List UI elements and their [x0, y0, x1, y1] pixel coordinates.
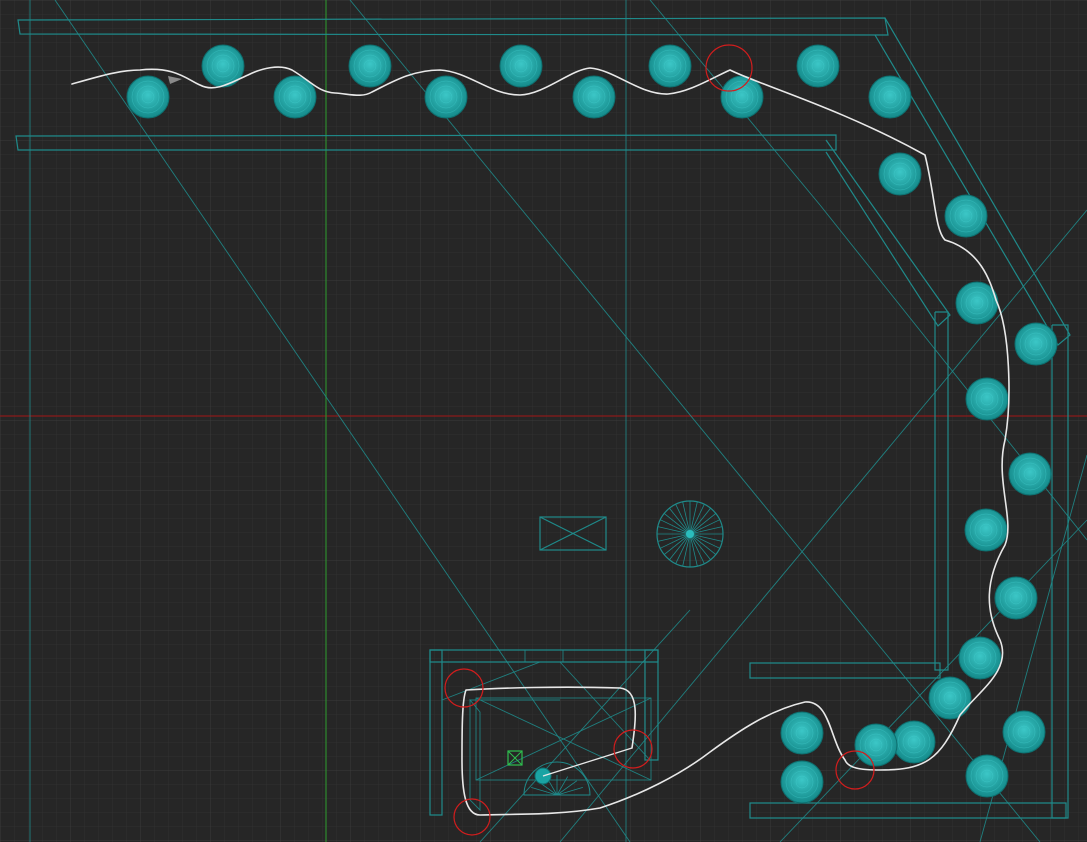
- tree-icon[interactable]: [1002, 710, 1046, 754]
- tree-icon[interactable]: [1008, 452, 1052, 496]
- tree-icon[interactable]: [720, 75, 764, 119]
- light-icon[interactable]: [656, 500, 724, 568]
- viewport-canvas[interactable]: [0, 0, 1087, 842]
- tree-icon[interactable]: [965, 754, 1009, 798]
- tree-icon[interactable]: [348, 44, 392, 88]
- 3d-viewport[interactable]: [0, 0, 1087, 842]
- tree-icon[interactable]: [928, 676, 972, 720]
- tree-icon[interactable]: [965, 377, 1009, 421]
- tree-icon[interactable]: [964, 508, 1008, 552]
- tree-icon[interactable]: [958, 636, 1002, 680]
- tree-icon[interactable]: [868, 75, 912, 119]
- tree-icon[interactable]: [424, 75, 468, 119]
- tree-icon[interactable]: [648, 44, 692, 88]
- tree-icon[interactable]: [994, 576, 1038, 620]
- tree-icon[interactable]: [126, 75, 170, 119]
- tree-icon[interactable]: [201, 44, 245, 88]
- tree-icon[interactable]: [780, 760, 824, 804]
- tree-icon[interactable]: [892, 720, 936, 764]
- tree-icon[interactable]: [878, 152, 922, 196]
- tree-icon[interactable]: [854, 723, 898, 767]
- tree-icon[interactable]: [499, 44, 543, 88]
- tree-icon[interactable]: [944, 194, 988, 238]
- tree-icon[interactable]: [572, 75, 616, 119]
- tree-icon[interactable]: [780, 711, 824, 755]
- tree-icon[interactable]: [796, 44, 840, 88]
- tree-icon[interactable]: [1014, 322, 1058, 366]
